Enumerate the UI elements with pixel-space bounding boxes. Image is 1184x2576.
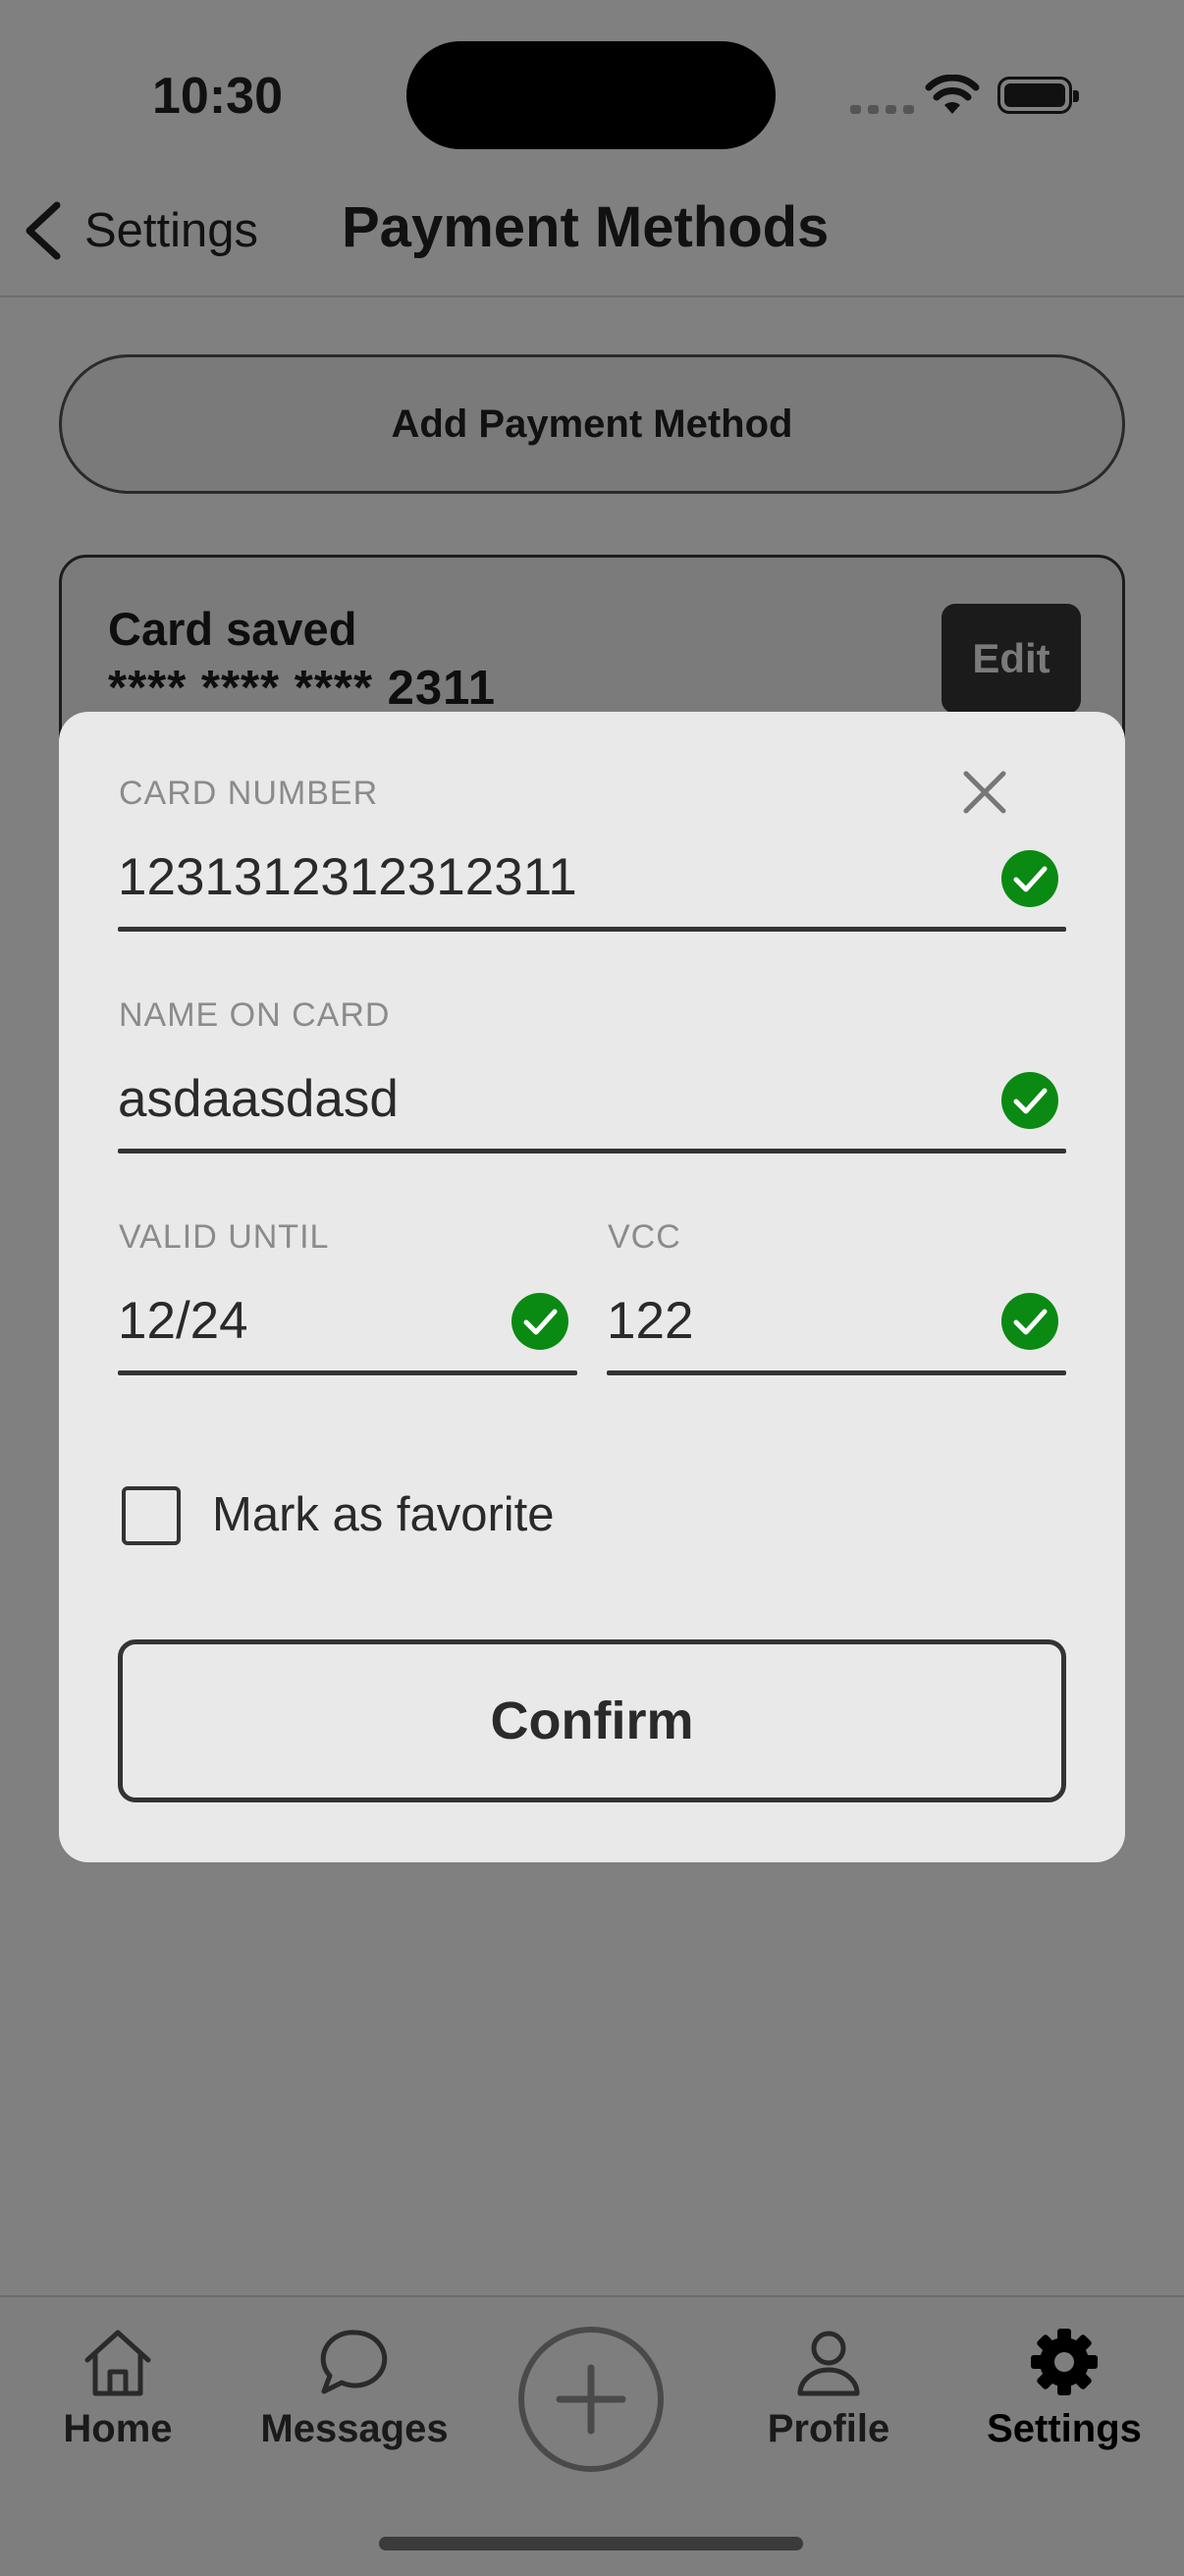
dynamic-island [406, 41, 776, 149]
name-on-card-label: NAME ON CARD [119, 996, 391, 1034]
tab-home[interactable]: Home [20, 2327, 216, 2451]
edit-card-button[interactable]: Edit [942, 604, 1081, 714]
vcc-input[interactable]: 122 [607, 1291, 693, 1351]
home-icon [84, 2330, 151, 2396]
tab-profile[interactable]: Profile [730, 2327, 927, 2451]
valid-check-icon [1001, 850, 1058, 907]
card-number-label: CARD NUMBER [119, 775, 379, 812]
wifi-icon [925, 75, 980, 114]
valid-check-icon [1001, 1293, 1058, 1350]
plus-icon [556, 2364, 626, 2435]
tab-profile-label: Profile [767, 2407, 890, 2450]
cellular-signal-icon [850, 105, 914, 114]
vcc-label: VCC [608, 1218, 681, 1256]
tab-settings[interactable]: Settings [966, 2327, 1162, 2451]
name-on-card-input[interactable]: asdaasdasd [118, 1069, 399, 1129]
card-number-underline [118, 927, 1066, 932]
valid-check-icon [1001, 1072, 1058, 1129]
vcc-underline [607, 1370, 1066, 1375]
chat-bubble-icon [320, 2330, 388, 2394]
confirm-button[interactable]: Confirm [118, 1639, 1066, 1802]
add-payment-method-button[interactable]: Add Payment Method [59, 354, 1125, 494]
favorite-label: Mark as favorite [212, 1488, 555, 1541]
add-tab-button[interactable] [518, 2327, 664, 2472]
status-time: 10:30 [152, 68, 283, 125]
tab-settings-label: Settings [987, 2407, 1142, 2450]
tab-messages[interactable]: Messages [256, 2327, 453, 2451]
name-on-card-underline [118, 1149, 1066, 1154]
saved-card-title: Card saved [108, 603, 357, 655]
tab-home-label: Home [63, 2407, 173, 2450]
card-number-input[interactable]: 1231312312312311 [118, 847, 577, 907]
gear-icon [1031, 2329, 1098, 2395]
battery-icon [997, 77, 1079, 114]
tab-messages-label: Messages [260, 2407, 449, 2450]
chevron-left-icon [26, 201, 61, 260]
valid-check-icon [511, 1293, 568, 1350]
person-icon [797, 2331, 860, 2396]
nav-divider [0, 295, 1184, 297]
favorite-checkbox[interactable] [122, 1486, 181, 1545]
valid-until-underline [118, 1370, 577, 1375]
back-label: Settings [84, 204, 259, 257]
back-button[interactable]: Settings [22, 201, 258, 260]
saved-card-number: **** **** **** 2311 [108, 662, 496, 715]
home-indicator [379, 2537, 803, 2550]
page-title: Payment Methods [342, 195, 830, 259]
close-icon[interactable] [960, 768, 1009, 817]
valid-until-label: VALID UNTIL [119, 1218, 330, 1256]
valid-until-input[interactable]: 12/24 [118, 1291, 248, 1351]
